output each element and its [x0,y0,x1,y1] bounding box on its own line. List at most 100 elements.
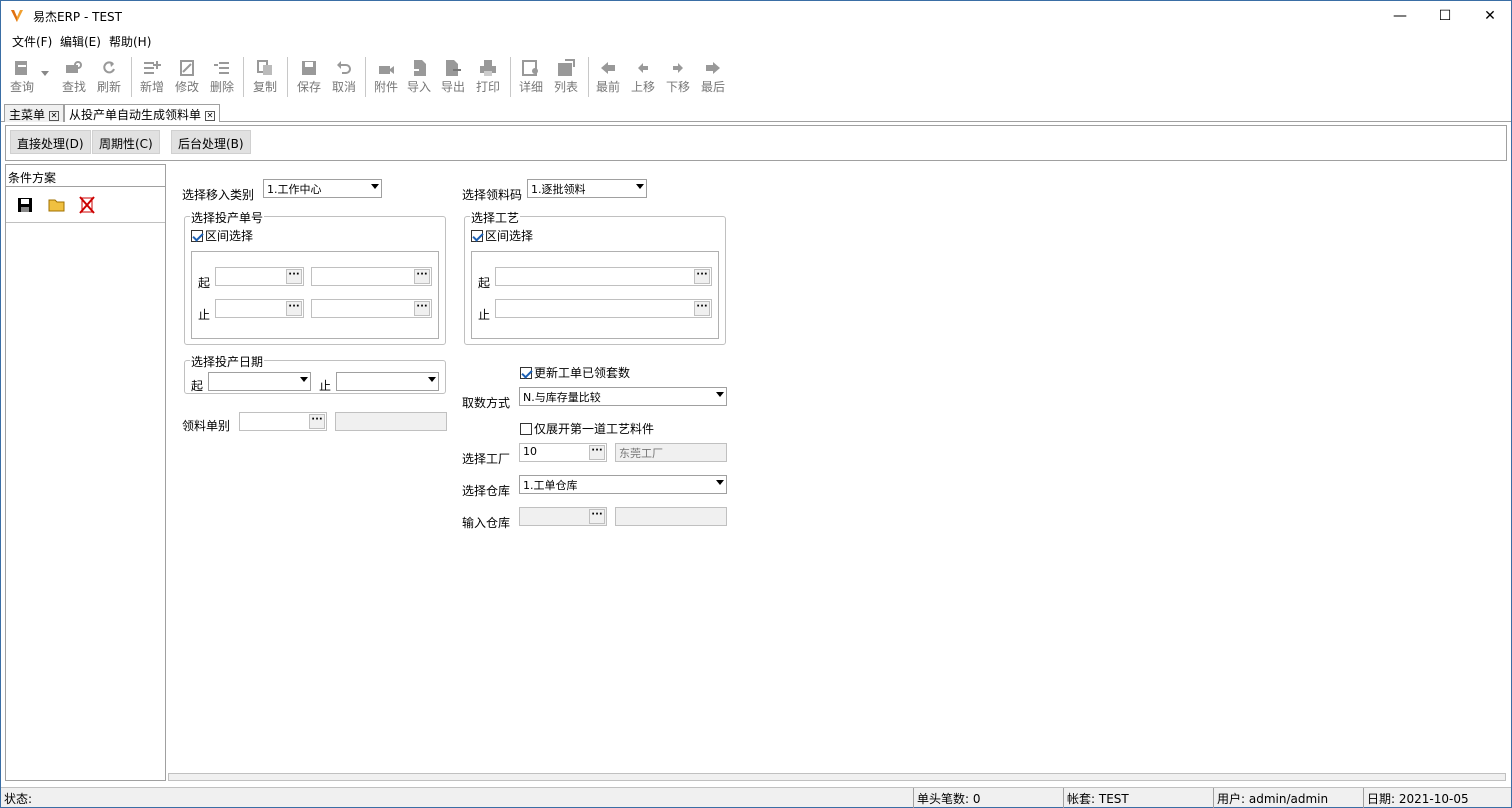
edit-label: 修改 [174,80,199,94]
checkbox-checked-icon [471,230,483,242]
factory-input[interactable]: 10 ··· [519,443,607,462]
checkbox-checked-icon [520,367,532,379]
first-arrow-icon [601,62,615,74]
up-button[interactable]: 上移 [626,57,660,99]
fetch-method-value: N.与库存量比较 [523,391,601,404]
query-dropdown-icon[interactable] [41,71,49,76]
process-to-input[interactable]: ··· [495,299,712,318]
right-arrow-icon [673,63,683,73]
warehouse-select[interactable]: 1.工单仓库 [519,475,727,494]
production-date-group-label: 选择投产日期 [190,353,265,370]
find-button[interactable]: 查找 [57,57,91,99]
process-group-label: 选择工艺 [470,209,521,226]
menu-edit[interactable]: 编辑(E) [60,33,101,50]
close-tab-icon[interactable]: ✕ [49,110,60,121]
ellipsis-button[interactable]: ··· [589,509,605,524]
status-text: 状态: [4,792,33,806]
action-bar: 直接处理(D) 周期性(C) 后台处理(B) [5,125,1507,161]
order-to-end-input[interactable]: ··· [311,299,432,318]
input-warehouse-name-display [615,507,727,526]
print-label: 打印 [475,80,500,94]
factory-code: 10 [523,445,537,458]
ellipsis-button[interactable]: ··· [286,301,302,316]
refresh-icon [103,61,115,74]
refresh-label: 刷新 [96,80,121,94]
order-from-start-input[interactable]: ··· [215,267,304,286]
delete-scheme-icon[interactable] [79,196,95,214]
pick-doc-input[interactable]: ··· [239,412,327,431]
copy-button[interactable]: 复制 [248,57,282,99]
direct-process-button[interactable]: 直接处理(D) [10,130,91,154]
order-range-box: 起 ··· ··· 止 ··· ··· [191,251,439,339]
print-button[interactable]: 打印 [471,57,505,99]
copy-label: 复制 [252,80,277,94]
cancel-button[interactable]: 取消 [327,57,361,99]
ellipsis-button[interactable]: ··· [286,269,302,284]
query-button[interactable]: 查询 [5,57,39,99]
list-icon [558,59,575,76]
refresh-button[interactable]: 刷新 [92,57,126,99]
tab-generate-pick-list-label: 从投产单自动生成领料单 [69,108,202,122]
attach-label: 附件 [373,80,398,94]
input-warehouse-input[interactable]: ··· [519,507,607,526]
menu-file[interactable]: 文件(F) [12,33,52,50]
factory-label: 选择工厂 [462,452,511,466]
maximize-button[interactable]: ☐ [1422,1,1468,31]
tab-generate-pick-list[interactable]: 从投产单自动生成领料单 ✕ [64,104,221,122]
update-issued-sets-checkbox[interactable]: 更新工单已领套数 [520,364,630,381]
ellipsis-button[interactable]: ··· [694,269,710,284]
ellipsis-button[interactable]: ··· [589,445,605,460]
menu-help[interactable]: 帮助(H) [109,33,151,50]
ellipsis-button[interactable]: ··· [414,301,430,316]
date-from-picker[interactable] [208,372,311,391]
detail-button[interactable]: 详细 [514,57,548,99]
edit-button[interactable]: 修改 [170,57,204,99]
chevron-down-icon [371,184,379,189]
pick-code-select[interactable]: 1.逐批领料 [527,179,647,198]
copy-icon [257,60,272,75]
save-button[interactable]: 保存 [292,57,326,99]
detail-icon [522,60,538,76]
close-button[interactable]: ✕ [1467,1,1512,31]
save-scheme-icon[interactable] [17,197,33,213]
tab-main-menu[interactable]: 主菜单 ✕ [4,104,65,122]
process-from-input[interactable]: ··· [495,267,712,286]
order-to-start-input[interactable]: ··· [215,299,304,318]
last-label: 最后 [700,80,725,94]
background-process-button[interactable]: 后台处理(B) [171,130,251,154]
fetch-method-select[interactable]: N.与库存量比较 [519,387,727,406]
down-button[interactable]: 下移 [661,57,695,99]
order-range-checkbox[interactable]: 区间选择 [191,227,253,244]
import-button[interactable]: 导入 [402,57,436,99]
title-bar: 易杰ERP - TEST — ☐ ✕ [1,1,1511,31]
ellipsis-button[interactable]: ··· [414,269,430,284]
add-button[interactable]: 新增 [135,57,169,99]
export-button[interactable]: 导出 [436,57,470,99]
toolbar-separator [588,57,589,97]
attach-button[interactable]: 附件 [369,57,403,99]
expand-first-process-checkbox[interactable]: 仅展开第一道工艺料件 [520,420,654,437]
close-tab-icon[interactable]: ✕ [205,110,216,121]
periodic-button[interactable]: 周期性(C) [92,130,160,154]
move-type-select[interactable]: 1.工作中心 [263,179,382,198]
ellipsis-button[interactable]: ··· [694,301,710,316]
list-button[interactable]: 列表 [549,57,583,99]
last-arrow-icon [706,62,720,74]
delete-row-icon [214,62,229,74]
process-range-checkbox[interactable]: 区间选择 [471,227,533,244]
current-date: 日期: 2021-10-05 [1363,788,1511,808]
minimize-button[interactable]: — [1377,1,1423,31]
first-button[interactable]: 最前 [591,57,625,99]
chevron-down-icon [636,184,644,189]
order-from-end-input[interactable]: ··· [311,267,432,286]
order-number-group: 选择投产单号 区间选择 起 ··· ··· 止 ··· ··· [184,209,446,345]
horizontal-scrollbar[interactable] [168,773,1506,781]
ellipsis-button[interactable]: ··· [309,414,325,429]
last-button[interactable]: 最后 [696,57,730,99]
date-to-picker[interactable] [336,372,439,391]
open-folder-icon[interactable] [48,198,66,212]
chevron-down-icon [428,377,436,382]
warehouse-label: 选择仓库 [462,484,511,498]
delete-button[interactable]: 删除 [205,57,239,99]
cancel-label: 取消 [331,80,356,94]
